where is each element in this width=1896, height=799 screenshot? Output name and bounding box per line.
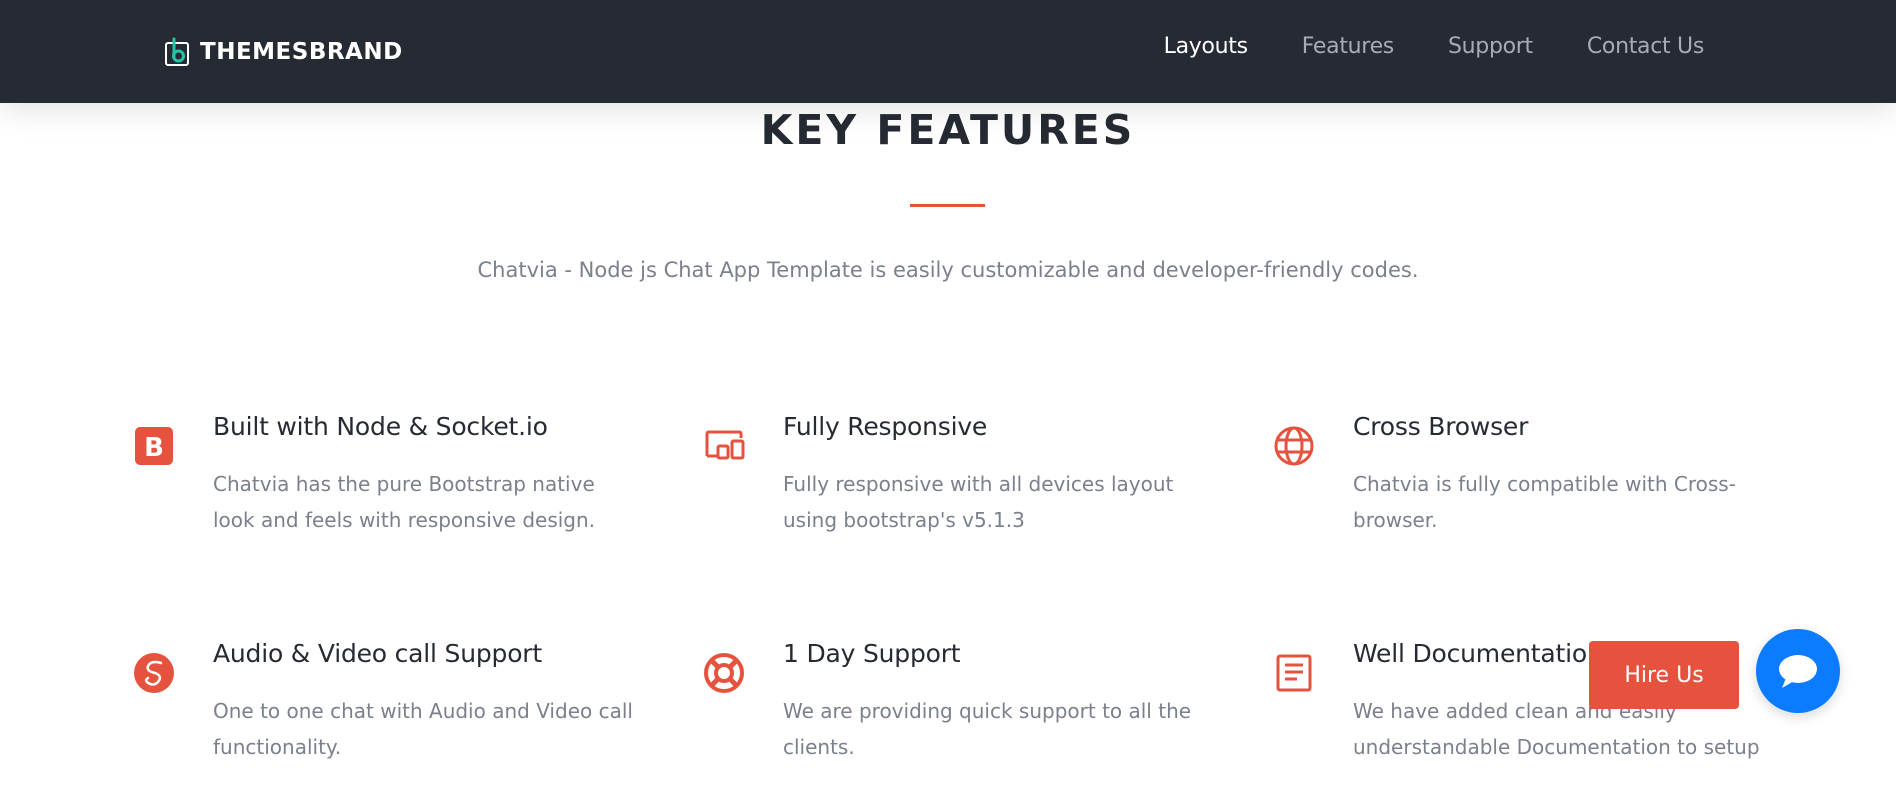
nav-link-support[interactable]: Support	[1448, 34, 1533, 59]
feature-description: Chatvia is fully compatible with Cross-b…	[1353, 472, 1736, 532]
feature-item: B Built with Node & Socket.io Chatvia ha…	[133, 412, 653, 572]
brand-mark-icon	[165, 37, 189, 66]
feature-item: Cross Browser Chatvia is fully compatibl…	[1273, 412, 1793, 572]
lifebuoy-icon	[704, 653, 744, 693]
section-subtitle: Chatvia - Node js Chat App Template is e…	[477, 258, 1419, 282]
feature-description: One to one chat with Audio and Video cal…	[213, 699, 633, 759]
bootstrap-icon: B	[135, 427, 173, 465]
nav-menu: Layouts Features Support Contact Us	[1110, 34, 1705, 59]
hire-us-button[interactable]: Hire Us	[1589, 641, 1739, 709]
feature-title: Fully Responsive	[783, 412, 988, 441]
feature-title: 1 Day Support	[783, 639, 961, 668]
nav-link-features[interactable]: Features	[1302, 34, 1395, 59]
feature-title: Cross Browser	[1353, 412, 1529, 441]
document-icon	[1276, 654, 1312, 692]
feature-title: Well Documentation	[1353, 639, 1603, 668]
feature-title: Built with Node & Socket.io	[213, 412, 548, 441]
chat-bubble-icon	[1779, 655, 1817, 688]
feature-description: We are providing quick support to all th…	[783, 699, 1192, 759]
feature-item: Audio & Video call Support One to one ch…	[133, 639, 653, 799]
sass-icon	[134, 653, 174, 693]
nav-link-layouts[interactable]: Layouts	[1164, 34, 1248, 59]
section-title: KEY FEATURES	[760, 106, 1136, 154]
nav-link-contact-us[interactable]: Contact Us	[1587, 34, 1704, 59]
title-divider	[910, 204, 985, 207]
devices-icon	[705, 430, 745, 460]
globe-icon	[1274, 426, 1314, 466]
brand-logo[interactable]: THEMESBRAND	[164, 37, 403, 67]
feature-description: Chatvia has the pure Bootstrap native lo…	[213, 472, 596, 532]
svg-text:B: B	[144, 433, 164, 463]
brand-name: THEMESBRAND	[200, 39, 403, 65]
feature-item: 1 Day Support We are providing quick sup…	[703, 639, 1223, 799]
chat-button[interactable]	[1756, 629, 1840, 713]
feature-title: Audio & Video call Support	[213, 639, 542, 668]
top-navbar: THEMESBRAND Layouts Features Support Con…	[0, 0, 1896, 103]
feature-description: Fully responsive with all devices layout…	[783, 472, 1174, 532]
feature-item: Fully Responsive Fully responsive with a…	[703, 412, 1223, 572]
